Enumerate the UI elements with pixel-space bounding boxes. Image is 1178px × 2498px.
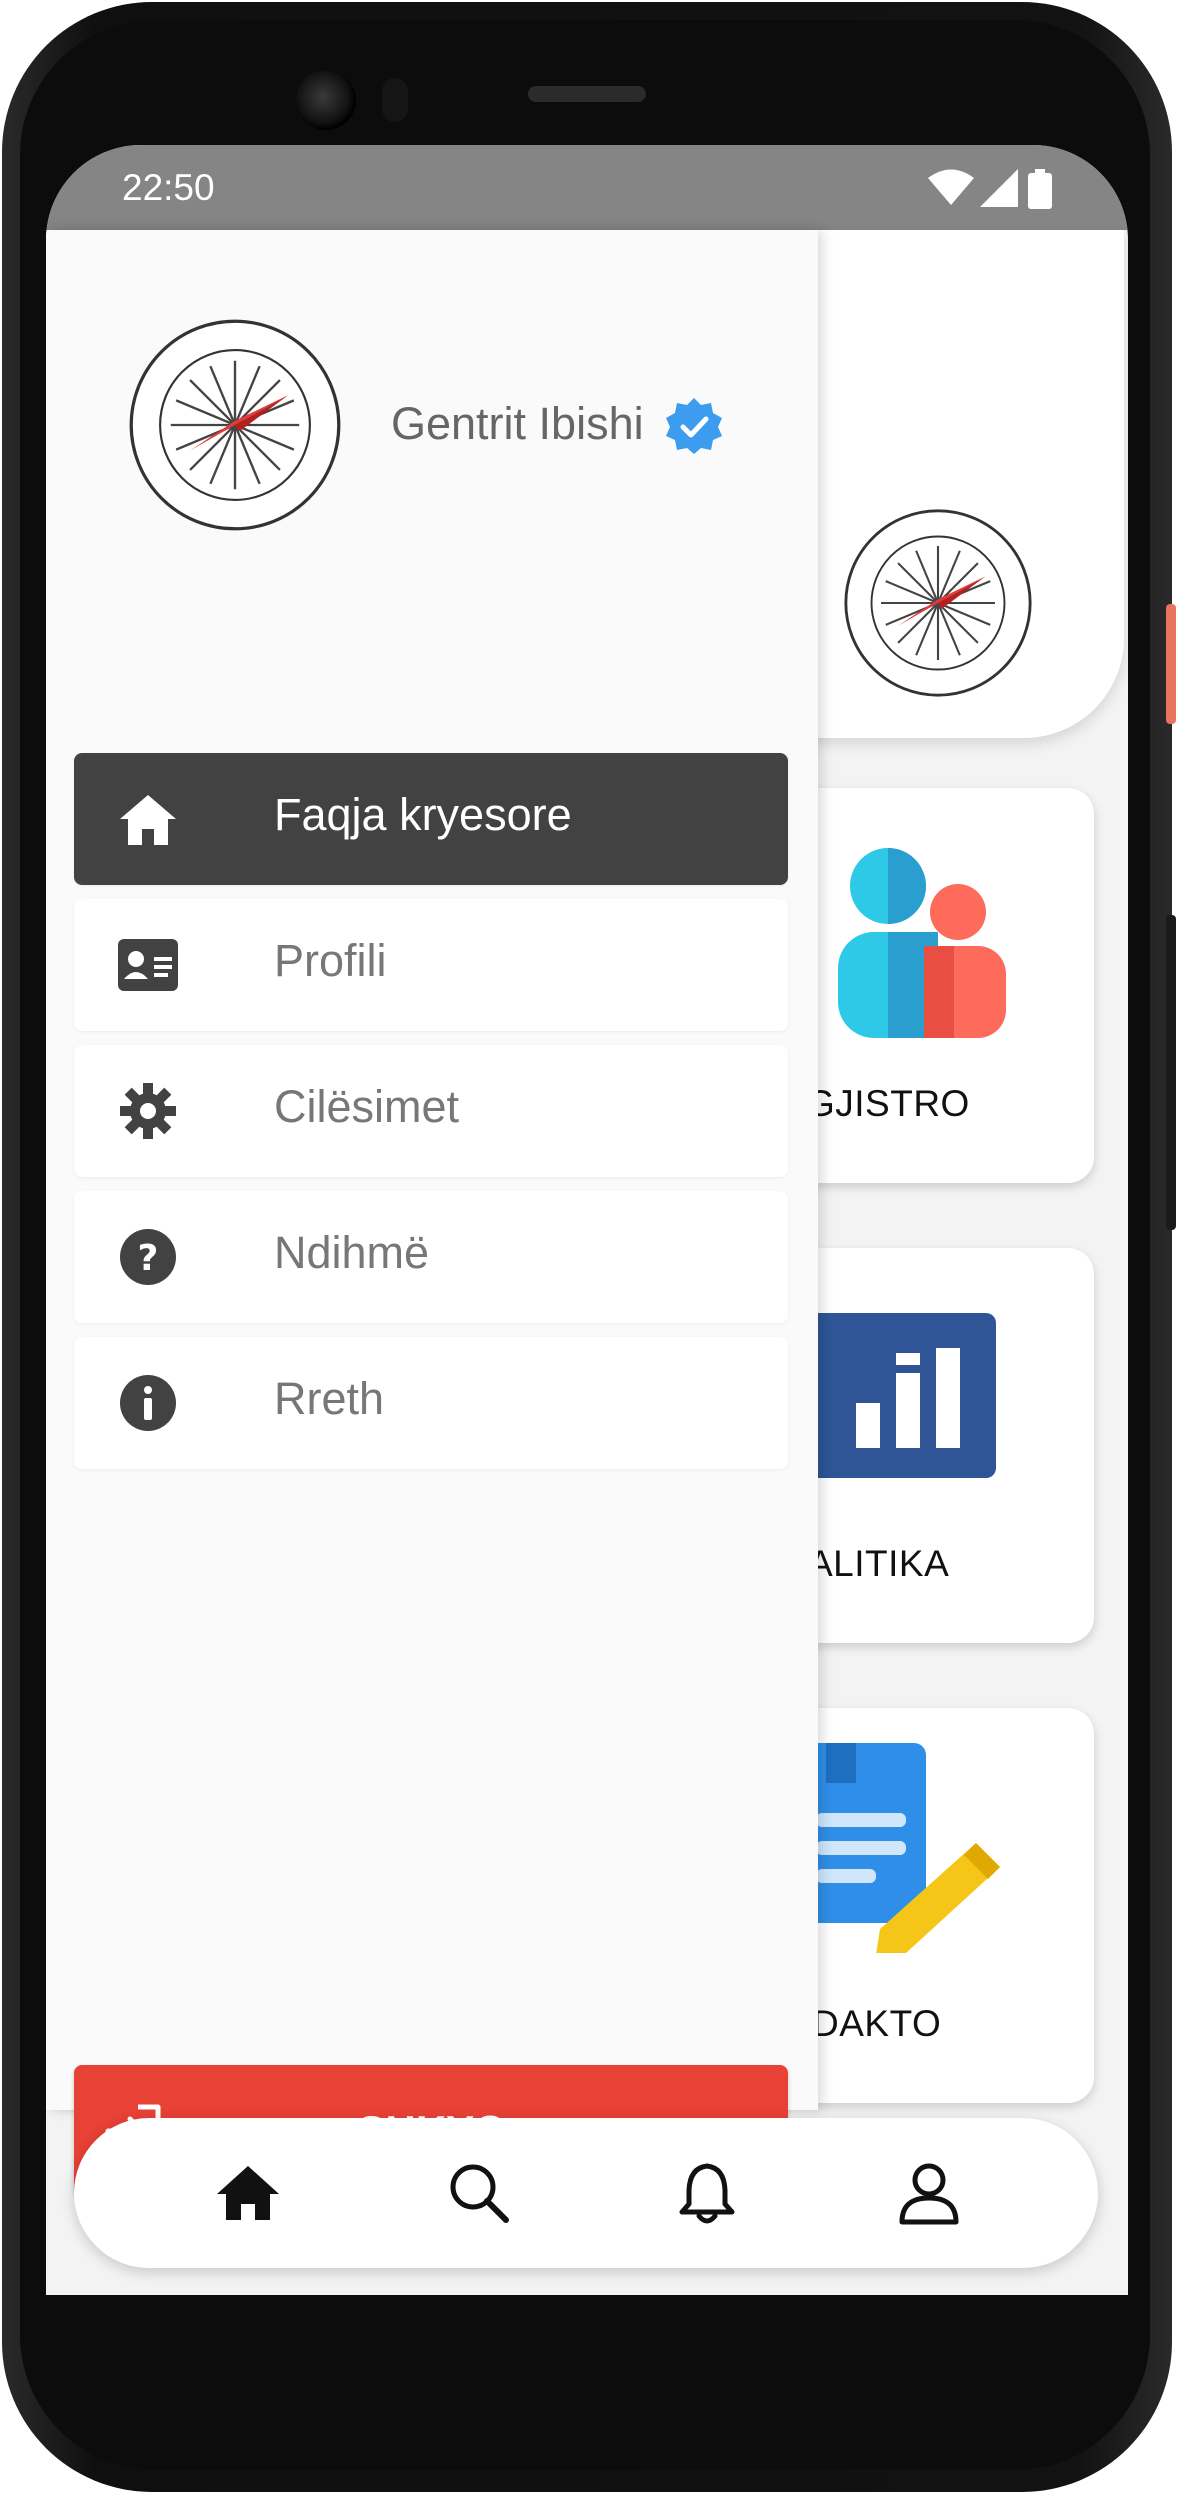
volume-button xyxy=(1166,915,1176,1230)
edit-card-label: DAKTO xyxy=(812,2003,942,2044)
power-button xyxy=(1166,604,1176,724)
register-card-label: GJISTRO xyxy=(806,1083,970,1124)
navigation-drawer: Gentrit Ibishi Faqja kryesore Profili Ci… xyxy=(46,230,818,2197)
wifi-icon xyxy=(928,169,974,205)
menu-item-home[interactable]: Faqja kryesore xyxy=(74,753,788,885)
university-logo xyxy=(844,509,1032,697)
svg-text:?: ? xyxy=(138,1238,159,1279)
verified-badge-icon xyxy=(666,398,722,454)
menu-item-settings-label: Cilësimet xyxy=(274,1081,460,1132)
menu-item-profile[interactable]: Profili xyxy=(74,899,788,1031)
front-camera xyxy=(296,70,356,130)
battery-icon xyxy=(1028,169,1052,209)
home-icon[interactable] xyxy=(215,2160,281,2226)
analytics-card-label: ALITIKA xyxy=(808,1543,950,1584)
menu-item-settings[interactable]: Cilësimet xyxy=(74,1045,788,1177)
users-icon xyxy=(838,848,1006,1038)
menu-item-about-label: Rreth xyxy=(274,1373,385,1424)
bottom-navigation xyxy=(74,2118,1098,2268)
bell-icon[interactable] xyxy=(674,2160,740,2226)
cellular-signal-icon xyxy=(980,169,1018,207)
profile-icon[interactable] xyxy=(896,2160,962,2226)
search-icon[interactable] xyxy=(446,2160,512,2226)
menu-item-profile-label: Profili xyxy=(274,935,387,986)
gear-icon xyxy=(120,1083,176,1139)
status-bar: 22:50 xyxy=(46,145,1128,230)
screen: 22:50 GJISTRO ALITIKA DAKTO Gentrit Ibis… xyxy=(46,145,1128,2295)
menu-item-home-label: Faqja kryesore xyxy=(274,789,572,840)
menu-item-help-label: Ndihmë xyxy=(274,1227,430,1278)
menu-item-help[interactable]: ? Ndihmë xyxy=(74,1191,788,1323)
id-card-icon xyxy=(118,939,178,991)
earpiece-speaker xyxy=(528,86,646,102)
help-icon: ? xyxy=(120,1229,176,1285)
status-time: 22:50 xyxy=(122,167,215,208)
home-icon xyxy=(120,795,176,845)
proximity-sensor xyxy=(382,78,408,122)
menu-item-about[interactable]: Rreth xyxy=(74,1337,788,1469)
user-name: Gentrit Ibishi xyxy=(391,398,644,449)
drawer-university-logo xyxy=(129,319,341,531)
info-icon xyxy=(120,1375,176,1431)
